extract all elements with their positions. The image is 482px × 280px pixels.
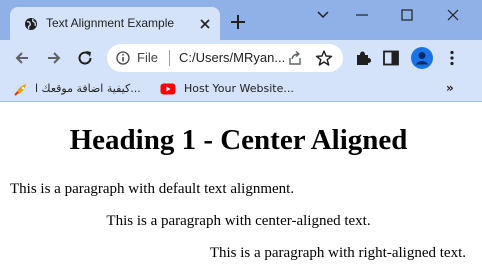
- youtube-icon: [160, 83, 176, 95]
- address-separator: [169, 50, 170, 66]
- globe-icon: [25, 18, 37, 30]
- side-panel-icon[interactable]: [382, 49, 400, 67]
- paragraph-center: This is a paragraph with center-aligned …: [106, 213, 371, 229]
- person-icon: [415, 52, 429, 65]
- info-icon[interactable]: [116, 51, 130, 65]
- minimize-button[interactable]: [350, 4, 374, 26]
- extensions-puzzle-icon[interactable]: [354, 49, 372, 67]
- title-bar: Text Alignment Example: [0, 0, 482, 40]
- paragraph-default: This is a paragraph with default text al…: [10, 181, 295, 197]
- rocket-icon: [14, 84, 26, 96]
- bookmark-label: Host Your Website...: [184, 82, 294, 95]
- bookmark-item-arabic[interactable]: كيفية اضافة موقعك ا...: [14, 80, 164, 98]
- bookmark-star-icon[interactable]: [315, 49, 333, 67]
- bookmark-label: كيفية اضافة موقعك ا...: [35, 82, 141, 95]
- paragraph-right: This is a paragraph with right-aligned t…: [209, 245, 466, 261]
- new-tab-button[interactable]: [229, 13, 247, 31]
- share-icon[interactable]: [287, 50, 303, 66]
- bookmarks-bar: كيفية اضافة موقعك ا... Host Your Website…: [0, 76, 482, 102]
- bookmark-item-host-website[interactable]: Host Your Website...: [160, 80, 294, 98]
- browser-tab[interactable]: Text Alignment Example: [10, 7, 220, 40]
- menu-kebab-icon[interactable]: [443, 49, 461, 67]
- forward-arrow-icon[interactable]: [45, 49, 63, 67]
- tab-title: Text Alignment Example: [46, 16, 175, 30]
- more-bookmarks-chevron[interactable]: »: [446, 81, 454, 95]
- address-bar[interactable]: File C:/Users/MRyan...: [107, 44, 343, 72]
- back-arrow-icon[interactable]: [13, 49, 31, 67]
- reload-icon[interactable]: [76, 49, 94, 67]
- url-text[interactable]: C:/Users/MRyan...: [179, 50, 285, 65]
- page-heading: Heading 1 - Center Aligned: [69, 124, 408, 156]
- close-window-button[interactable]: [441, 4, 465, 26]
- page-content: Heading 1 - Center Aligned This is a par…: [0, 102, 482, 280]
- profile-avatar[interactable]: [411, 47, 433, 69]
- maximize-button[interactable]: [395, 4, 419, 26]
- close-tab-icon[interactable]: [198, 17, 212, 31]
- tab-search-icon[interactable]: [311, 4, 335, 26]
- file-scheme-label: File: [137, 50, 158, 65]
- toolbar: File C:/Users/MRyan...: [0, 40, 482, 76]
